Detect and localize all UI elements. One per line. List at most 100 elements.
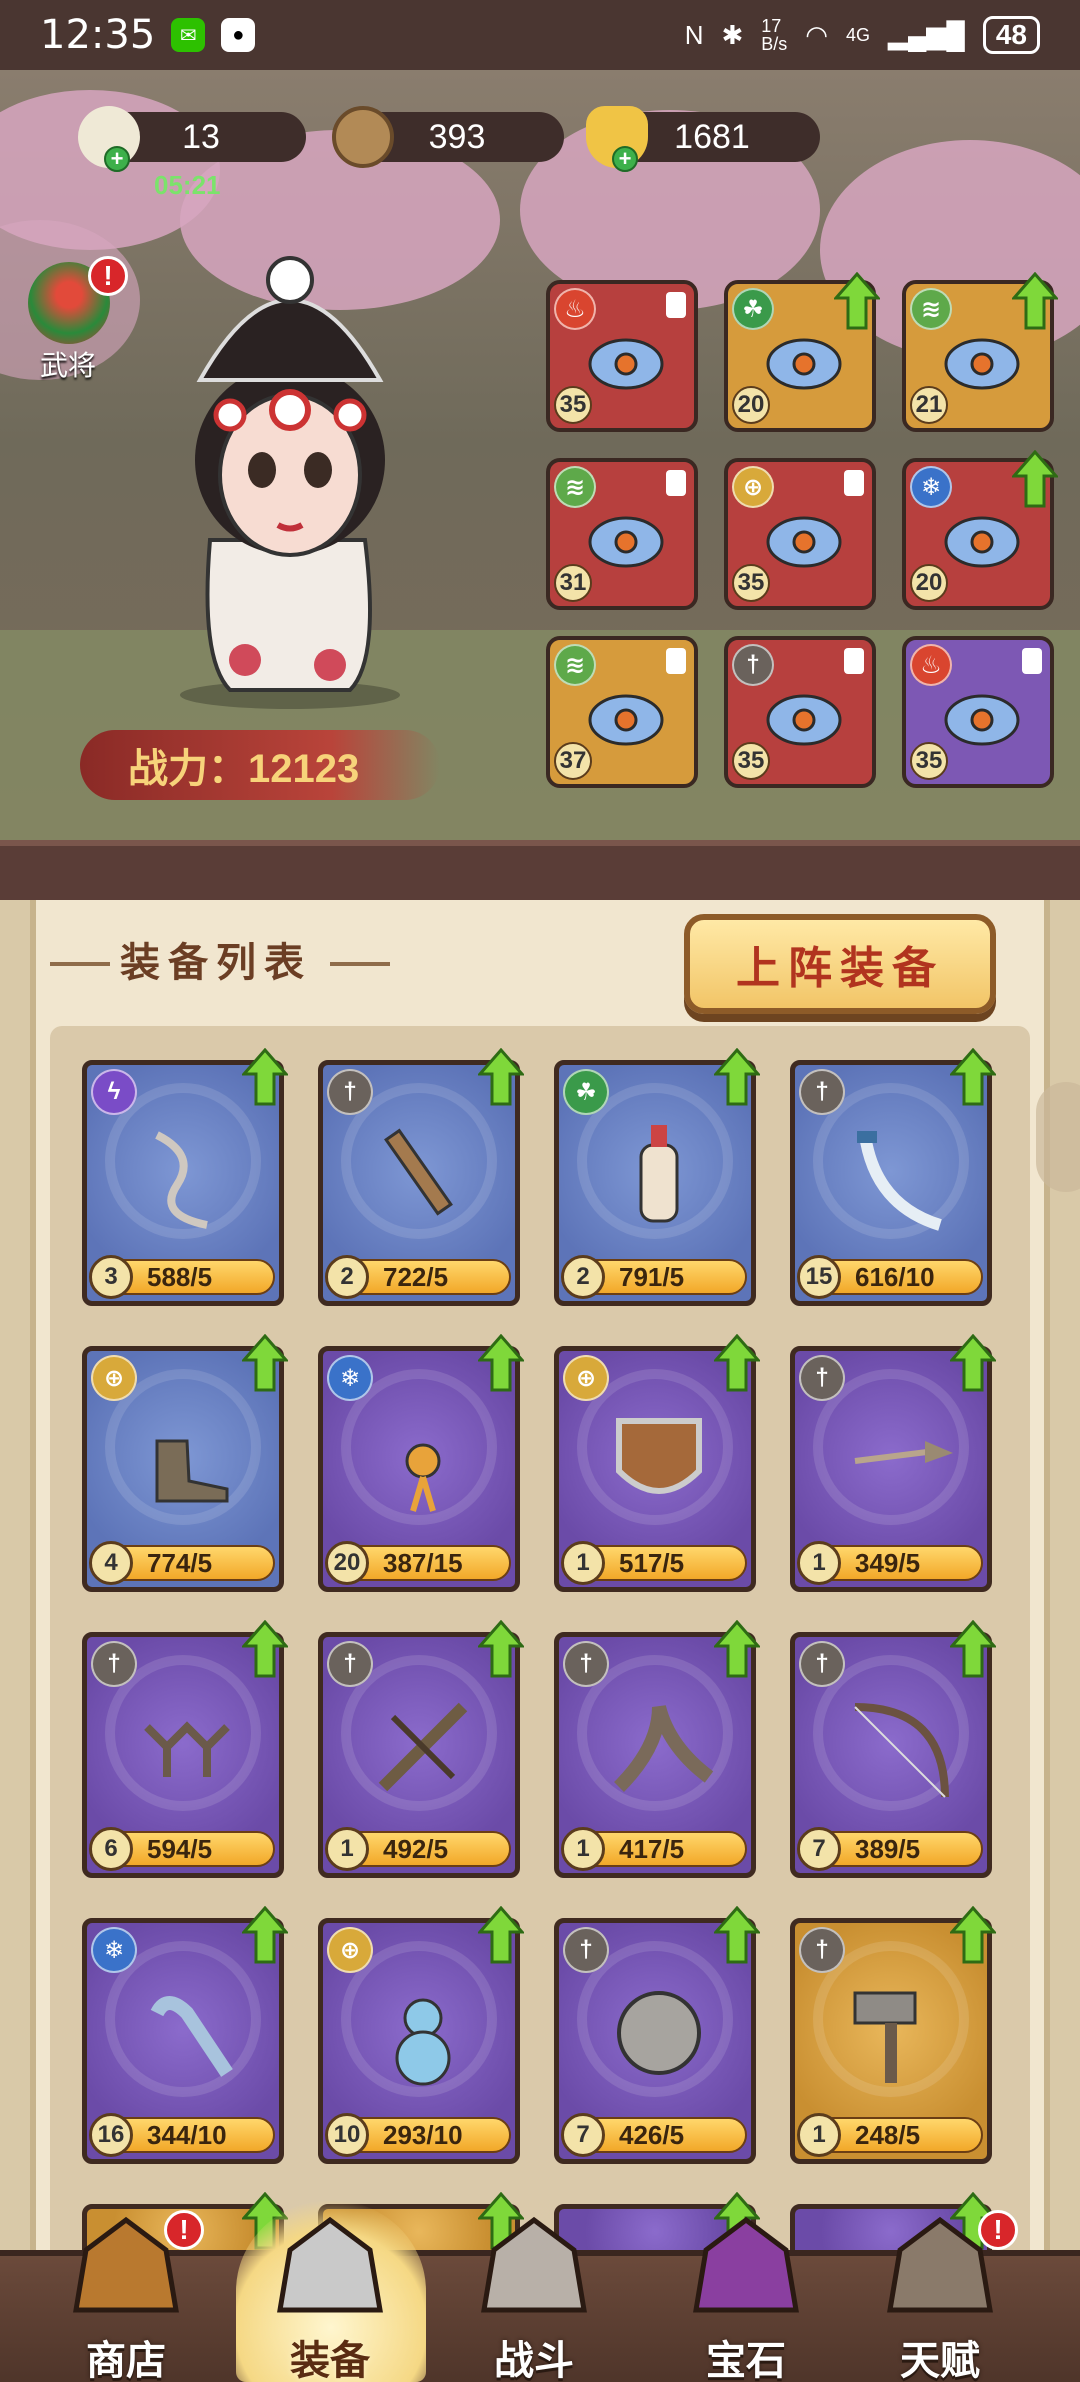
bow-icon [835,1687,955,1807]
equipped-slot[interactable]: ♨ 35 [902,636,1054,788]
hammer-icon [835,1973,955,2093]
signal-label: 4G [845,24,870,45]
equipped-slot[interactable]: ⊕ 35 [724,458,876,610]
caltrops-icon [127,1687,247,1807]
equipment-art [578,492,674,588]
crossbow-icon [363,1687,483,1807]
battery-indicator: 48 [982,16,1040,54]
nav-item-3[interactable]: 战斗 [444,2210,624,2382]
slot-indicator [844,470,864,496]
deploy-equipment-button[interactable]: 上阵装备 [684,914,996,1014]
sword-element-icon: † [91,1641,137,1687]
card-level: 6 [89,1827,133,1871]
equipment-art [578,314,674,410]
sword-element-icon: † [799,1641,845,1687]
add-ingot-icon[interactable]: + [612,146,638,172]
equipment-level: 21 [910,386,948,424]
upgrade-arrow-icon [948,1047,998,1106]
card-level: 1 [797,2113,841,2157]
nav-label: 宝石 [706,2337,786,2382]
upgrade-arrow-icon [948,1905,998,1964]
equipped-slot[interactable]: † 35 [724,636,876,788]
upgrade-arrow-icon [476,1619,526,1678]
hero-button[interactable]: 武将 ! [18,256,128,382]
whip-icon [127,1115,247,1235]
wechat-icon: ✉ [171,18,206,52]
currency-value: 13 [182,117,220,156]
side-drawer-handle[interactable] [1036,1082,1080,1192]
equipment-art [934,670,1030,766]
card-level: 10 [325,2113,369,2157]
nav-label: 战斗 [494,2337,574,2382]
wine-bottle-icon [599,1115,719,1235]
qq-icon: ● [221,18,256,52]
saber-icon [835,1115,955,1235]
upgrade-arrow-icon [712,1047,762,1106]
upgrade-arrow-icon [948,1333,998,1392]
upgrade-arrow-icon [240,1047,290,1106]
upgrade-arrow-icon [476,1047,526,1106]
nav-item-1[interactable]: 商店! [36,2210,216,2382]
title-decoration [50,962,110,966]
slot-indicator [1022,648,1042,674]
boomerang-icon [599,1687,719,1807]
currency-value: 1681 [674,117,750,156]
bun-timer: 05:21 [154,170,221,200]
holy-element-icon: ⊕ [327,1927,373,1973]
upgrade-arrow-icon [240,1333,290,1392]
equipment-icon [270,2210,390,2320]
equipment-level: 31 [554,564,592,602]
card-level: 1 [325,1827,369,1871]
add-bun-icon[interactable]: + [104,146,130,172]
alert-badge: ! [88,256,128,296]
nav-item-4[interactable]: 宝石 [656,2210,836,2382]
card-level: 1 [561,1541,605,1585]
card-level: 7 [797,1827,841,1871]
slot-indicator [666,648,686,674]
equipment-art [756,670,852,766]
status-time: 12:35 [40,12,156,58]
alert-badge: ! [978,2210,1018,2250]
card-level: 2 [325,1255,369,1299]
upgrade-arrow-icon [476,1905,526,1964]
equipped-slot[interactable]: ≋ 37 [546,636,698,788]
sword-element-icon: † [327,1069,373,1115]
gem-chest-icon [686,2210,806,2320]
holy-element-icon: ⊕ [563,1355,609,1401]
upgrade-arrow-icon [712,1333,762,1392]
coin-icon [332,106,394,168]
card-level: 1 [561,1827,605,1871]
equipment-level: 20 [732,386,770,424]
card-level: 7 [561,2113,605,2157]
lightning-element-icon: ϟ [91,1069,137,1115]
boot-icon [127,1401,247,1521]
upgrade-arrow-icon [948,1619,998,1678]
tassel-charm-icon [363,1401,483,1521]
card-level: 2 [561,1255,605,1299]
nav-item-2[interactable]: 装备 [240,2210,420,2382]
upgrade-arrow-icon [832,271,882,330]
shield-icon [599,1401,719,1521]
hero-character[interactable] [140,240,440,710]
nav-label: 装备 [290,2337,370,2382]
battle-icon [474,2210,594,2320]
equipped-slot[interactable]: ♨ 35 [546,280,698,432]
ice-element-icon: ❄ [327,1355,373,1401]
card-level: 1 [797,1541,841,1585]
gourd-icon [363,1973,483,2093]
slot-indicator [666,292,686,318]
equipment-level: 35 [910,742,948,780]
nav-item-5[interactable]: 天赋! [850,2210,1030,2382]
status-bar: 12:35 ✉ ● N ✱ 17 B/s ◠ 4G ▂▄▆█ 48 [0,0,1080,70]
card-level: 15 [797,1255,841,1299]
cell-signal-icon: ▂▄▆█ [888,19,965,50]
upgrade-arrow-icon [1010,271,1060,330]
equipment-art [756,492,852,588]
equipped-slot[interactable]: ≋ 31 [546,458,698,610]
slot-indicator [844,648,864,674]
combat-power: 战力：12123 [80,730,440,800]
card-level: 4 [89,1541,133,1585]
hero-frame [0,840,1080,900]
equipment-level: 35 [732,564,770,602]
card-level: 16 [89,2113,133,2157]
